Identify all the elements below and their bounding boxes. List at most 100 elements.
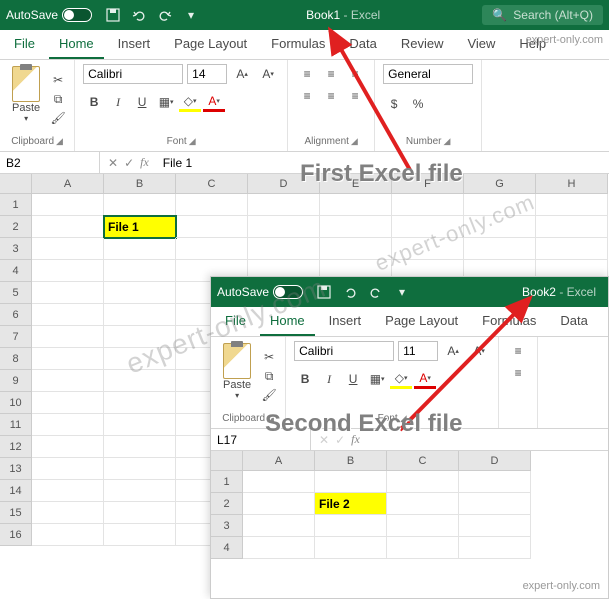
col-header[interactable]: C xyxy=(176,174,248,194)
row-header[interactable]: 5 xyxy=(0,282,32,304)
autosave-toggle[interactable]: AutoSave xyxy=(217,285,303,299)
font-color-icon[interactable]: A▾ xyxy=(203,92,225,112)
cell[interactable] xyxy=(243,515,315,537)
cell[interactable] xyxy=(536,194,608,216)
cell[interactable] xyxy=(32,348,104,370)
cell[interactable] xyxy=(243,537,315,559)
tab-insert[interactable]: Insert xyxy=(108,30,161,59)
row-header[interactable]: 11 xyxy=(0,414,32,436)
row-header[interactable]: 4 xyxy=(0,260,32,282)
cell[interactable] xyxy=(32,370,104,392)
row-header[interactable]: 3 xyxy=(211,515,243,537)
fx-icon[interactable]: fx xyxy=(140,155,149,170)
name-box[interactable]: B2 xyxy=(0,152,100,173)
cell[interactable] xyxy=(32,458,104,480)
undo-icon[interactable] xyxy=(130,6,148,24)
launcher-icon[interactable]: ◢ xyxy=(267,413,274,424)
cell[interactable] xyxy=(536,238,608,260)
cell-b2[interactable]: File 1 xyxy=(104,216,176,238)
shrink-font-icon[interactable]: A▾ xyxy=(257,64,279,84)
col-header[interactable]: B xyxy=(315,451,387,471)
launcher-icon[interactable]: ◢ xyxy=(56,136,63,147)
dropdown-icon[interactable]: ▾ xyxy=(182,6,200,24)
fill-color-icon[interactable]: ◇▾ xyxy=(390,369,412,389)
col-header[interactable]: A xyxy=(243,451,315,471)
format-painter-icon[interactable]: 🖌 xyxy=(261,387,277,403)
undo-icon[interactable] xyxy=(341,283,359,301)
cell[interactable] xyxy=(248,238,320,260)
cell[interactable] xyxy=(315,537,387,559)
align-left-icon[interactable]: ≡ xyxy=(507,363,529,383)
align-left-icon[interactable]: ≡ xyxy=(296,86,318,106)
cell[interactable] xyxy=(104,458,176,480)
save-icon[interactable] xyxy=(104,6,122,24)
cut-icon[interactable]: ✂ xyxy=(261,349,277,365)
tab-home[interactable]: Home xyxy=(260,307,315,336)
cell[interactable] xyxy=(459,537,531,559)
cell[interactable] xyxy=(392,194,464,216)
cell[interactable] xyxy=(32,502,104,524)
cell[interactable] xyxy=(315,515,387,537)
col-header[interactable]: B xyxy=(104,174,176,194)
cancel-icon[interactable]: ✕ xyxy=(108,156,118,170)
tab-view[interactable]: View xyxy=(457,30,505,59)
row-header[interactable]: 12 xyxy=(0,436,32,458)
cell[interactable] xyxy=(387,493,459,515)
cell[interactable] xyxy=(248,216,320,238)
tab-file[interactable]: File xyxy=(215,307,256,336)
redo-icon[interactable] xyxy=(367,283,385,301)
align-right-icon[interactable]: ≡ xyxy=(344,86,366,106)
cell[interactable] xyxy=(464,216,536,238)
font-name-select[interactable] xyxy=(294,341,394,361)
redo-icon[interactable] xyxy=(156,6,174,24)
italic-button[interactable]: I xyxy=(107,92,129,112)
tab-page-layout[interactable]: Page Layout xyxy=(375,307,468,336)
col-header[interactable]: G xyxy=(464,174,536,194)
cell[interactable] xyxy=(104,414,176,436)
formula-input[interactable]: File 1 xyxy=(157,156,609,170)
cell[interactable] xyxy=(32,436,104,458)
row-header[interactable]: 3 xyxy=(0,238,32,260)
toggle-off-icon[interactable] xyxy=(62,8,92,22)
grow-font-icon[interactable]: A▴ xyxy=(231,64,253,84)
dropdown-icon[interactable]: ▾ xyxy=(393,283,411,301)
percent-icon[interactable]: % xyxy=(407,94,429,114)
col-header[interactable]: A xyxy=(32,174,104,194)
cancel-icon[interactable]: ✕ xyxy=(319,433,329,447)
launcher-icon[interactable]: ◢ xyxy=(443,136,450,147)
border-icon[interactable]: ▦▾ xyxy=(155,92,177,112)
cell[interactable] xyxy=(104,238,176,260)
cell[interactable] xyxy=(536,216,608,238)
cell[interactable] xyxy=(176,194,248,216)
row-header[interactable]: 15 xyxy=(0,502,32,524)
cell[interactable] xyxy=(176,216,248,238)
cell[interactable] xyxy=(32,392,104,414)
copy-icon[interactable]: ⧉ xyxy=(50,91,66,107)
cell[interactable] xyxy=(104,348,176,370)
name-box[interactable]: L17 xyxy=(211,429,311,450)
cell[interactable] xyxy=(32,282,104,304)
font-size-select[interactable] xyxy=(187,64,227,84)
launcher-icon[interactable]: ◢ xyxy=(400,413,407,424)
border-icon[interactable]: ▦▾ xyxy=(366,369,388,389)
cell[interactable] xyxy=(104,370,176,392)
bold-button[interactable]: B xyxy=(83,92,105,112)
cell[interactable] xyxy=(243,471,315,493)
row-header[interactable]: 8 xyxy=(0,348,32,370)
cell[interactable] xyxy=(104,436,176,458)
italic-button[interactable]: I xyxy=(318,369,340,389)
cell[interactable] xyxy=(315,471,387,493)
number-format-select[interactable] xyxy=(383,64,473,84)
cell[interactable] xyxy=(459,515,531,537)
save-icon[interactable] xyxy=(315,283,333,301)
cell[interactable] xyxy=(392,238,464,260)
row-header[interactable]: 6 xyxy=(0,304,32,326)
underline-button[interactable]: U xyxy=(131,92,153,112)
row-header[interactable]: 1 xyxy=(0,194,32,216)
align-bottom-icon[interactable]: ≡ xyxy=(344,64,366,84)
cell[interactable] xyxy=(32,480,104,502)
cell[interactable] xyxy=(32,304,104,326)
cell[interactable] xyxy=(248,194,320,216)
paste-button[interactable]: Paste▾ xyxy=(8,64,44,134)
tab-page-layout[interactable]: Page Layout xyxy=(164,30,257,59)
